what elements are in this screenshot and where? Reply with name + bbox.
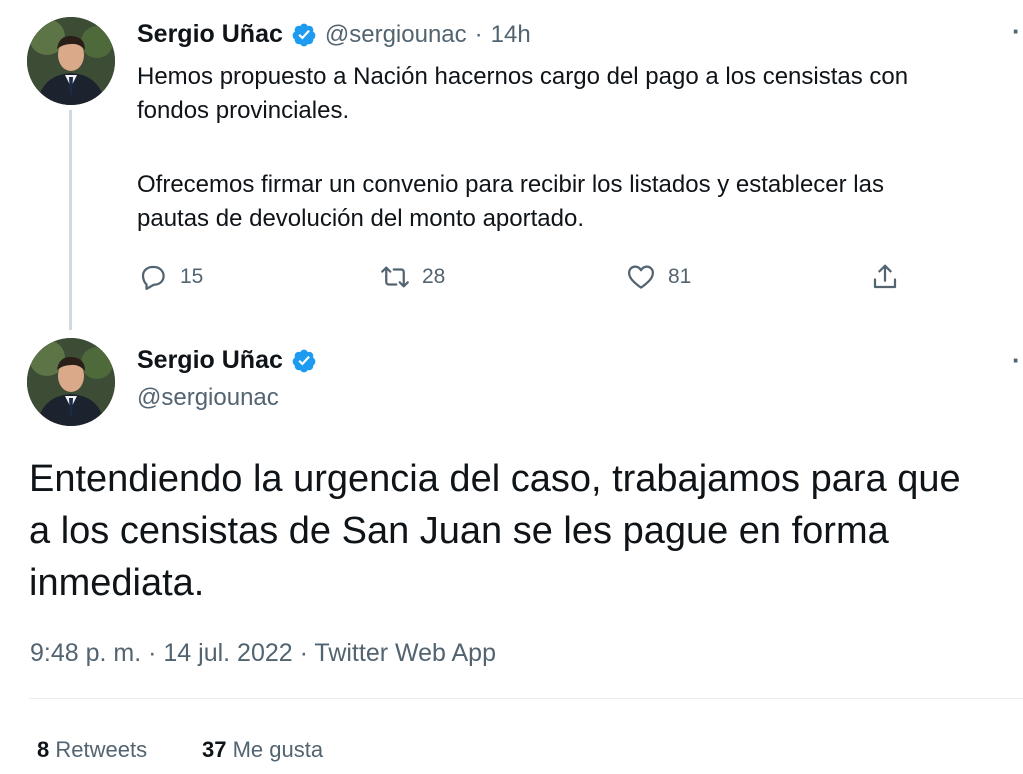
thread-line (69, 110, 72, 330)
main-tweet-header: Sergio Uñac (137, 346, 317, 375)
like-button[interactable]: 81 (626, 262, 691, 292)
main-tweet-line-1: Entendiendo la urgencia del caso, trabaj… (29, 458, 961, 500)
avatar-photo (27, 338, 115, 426)
retweets-stat[interactable]: 8 Retweets (37, 737, 147, 763)
reply-button[interactable]: 15 (138, 262, 203, 292)
like-count: 81 (668, 265, 692, 288)
author-avatar[interactable] (27, 17, 115, 105)
divider (29, 698, 1023, 699)
likes-count: 37 (202, 737, 227, 762)
share-button[interactable] (870, 262, 900, 292)
verified-badge-icon (292, 23, 316, 46)
author-handle[interactable]: @sergiounac (137, 384, 279, 412)
more-options-icon[interactable]: · (1012, 18, 1021, 44)
more-options-icon[interactable]: · (1012, 347, 1021, 373)
author-handle[interactable]: @sergiounac (325, 21, 467, 49)
separator-dot: · (474, 20, 483, 48)
retweet-button[interactable]: 28 (380, 262, 445, 292)
likes-stat[interactable]: 37 Me gusta (202, 737, 323, 763)
retweets-count: 8 (37, 737, 50, 762)
avatar-photo (27, 17, 115, 105)
reply-icon (141, 265, 165, 290)
reply-tweet-line-2: fondos provinciales. (137, 97, 350, 124)
reply-count: 15 (180, 265, 204, 288)
reply-tweet-header: Sergio Uñac @sergiounac · 14h (137, 20, 531, 49)
likes-label: Me gusta (232, 737, 324, 762)
retweet-count: 28 (422, 265, 446, 288)
retweet-icon (381, 266, 409, 288)
tweet-time[interactable]: 14h (491, 21, 531, 49)
share-icon (873, 264, 897, 289)
author-avatar[interactable] (27, 338, 115, 426)
author-name[interactable]: Sergio Uñac (137, 20, 283, 49)
main-tweet-line-3: inmediata. (29, 562, 205, 604)
reply-tweet-line-1: Hemos propuesto a Nación hacernos cargo … (137, 63, 909, 90)
tweet-timestamp[interactable]: 9:48 p. m. · 14 jul. 2022 · Twitter Web … (30, 639, 496, 668)
verified-badge-icon (292, 349, 316, 372)
reply-tweet-line-3: Ofrecemos firmar un convenio para recibi… (137, 171, 884, 198)
retweets-label: Retweets (55, 737, 148, 762)
reply-tweet-line-4: pautas de devolución del monto aportado. (137, 205, 584, 232)
main-tweet-line-2: a los censistas de San Juan se les pague… (29, 510, 889, 552)
like-icon (628, 265, 654, 289)
author-name[interactable]: Sergio Uñac (137, 346, 283, 375)
